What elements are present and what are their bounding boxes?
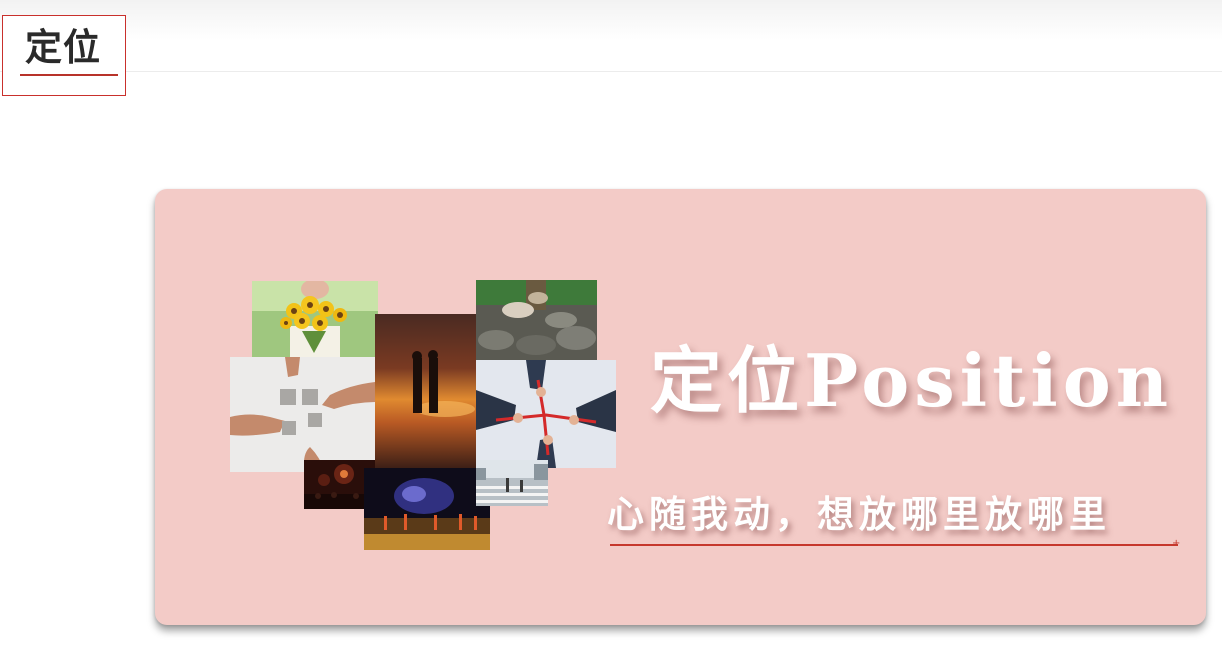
title-underline xyxy=(20,74,118,76)
header-divider xyxy=(0,71,1222,72)
photo-night-festival xyxy=(364,468,490,550)
photo-puzzle-hands xyxy=(230,357,375,472)
top-bar xyxy=(0,0,1222,40)
photo-tied-hands xyxy=(476,360,616,468)
subheading-underline xyxy=(610,544,1178,546)
page-title: 定位 xyxy=(25,26,101,69)
photo-sunflowers xyxy=(252,281,378,357)
underline-end-marker: + xyxy=(1172,538,1181,549)
banner-subheading: 心随我动，想放哪里放哪里 xyxy=(607,492,1111,536)
photo-crosswalk xyxy=(476,460,548,506)
banner-heading: 定位Position xyxy=(650,338,1174,423)
photo-beach-couple xyxy=(375,314,477,469)
photo-feet-rocks xyxy=(476,280,597,360)
